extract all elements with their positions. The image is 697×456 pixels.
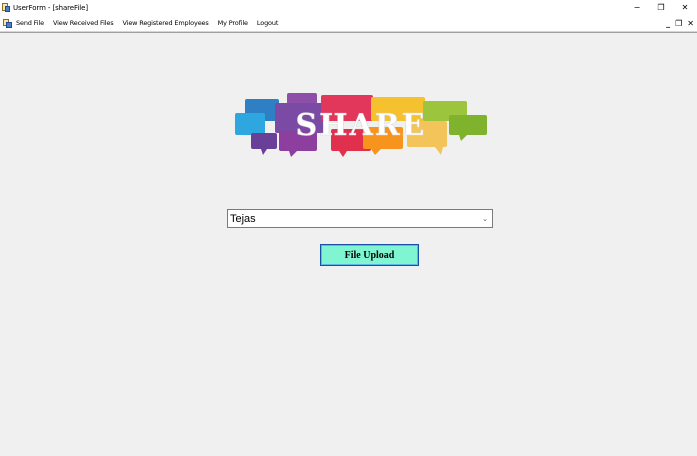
mdi-child-controls: _ ❐ ✕ [661,15,694,31]
close-button[interactable]: ✕ [673,0,697,14]
share-logo: SHARE [235,93,487,157]
file-upload-button[interactable]: File Upload [320,244,419,266]
app-icon [2,3,10,12]
mdi-close-button[interactable]: ✕ [687,19,694,28]
user-form-window: UserForm - [shareFile] − ❐ ✕ Send File V… [0,0,697,456]
mdi-child-icon[interactable] [3,18,12,28]
menu-item-view-registered-employees[interactable]: View Registered Employees [123,19,209,27]
menu-bar: Send File View Received Files View Regis… [0,15,697,32]
mdi-minimize-button[interactable]: _ [666,19,670,28]
employee-select[interactable]: Tejas ⌄ [227,209,493,228]
minimize-button[interactable]: − [625,0,649,14]
employee-select-value: Tejas [230,212,256,225]
restore-button[interactable]: ❐ [649,0,673,14]
title-bar[interactable]: UserForm - [shareFile] − ❐ ✕ [0,0,697,15]
chevron-down-icon[interactable]: ⌄ [480,215,490,223]
menu-item-logout[interactable]: Logout [257,19,279,27]
client-area: SHARE Tejas ⌄ File Upload [0,32,697,456]
menu-item-send-file[interactable]: Send File [16,19,44,27]
mdi-restore-button[interactable]: ❐ [675,19,682,28]
logo-text: SHARE [295,108,426,143]
menu-item-my-profile[interactable]: My Profile [218,19,248,27]
window-controls: − ❐ ✕ [625,0,697,15]
window-title: UserForm - [shareFile] [13,3,88,12]
menu-item-view-received-files[interactable]: View Received Files [53,19,114,27]
